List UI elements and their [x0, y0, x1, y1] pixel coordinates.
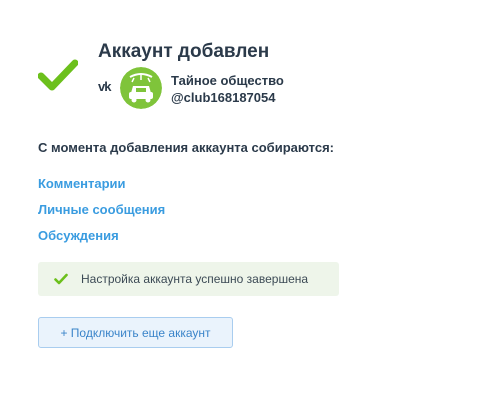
check-icon: [54, 273, 68, 285]
vk-icon: vk: [98, 79, 112, 94]
feature-link-comments[interactable]: Комментарии: [38, 176, 126, 191]
account-name: Тайное общество: [171, 73, 284, 88]
feature-link-discussions[interactable]: Обсуждения: [38, 228, 119, 243]
car-wash-avatar-icon: [120, 67, 162, 109]
account-info: Тайное общество @club168187054: [171, 72, 284, 106]
success-check-icon: [38, 59, 78, 91]
add-account-button[interactable]: + Подключить еще аккаунт: [38, 317, 233, 348]
page-title: Аккаунт добавлен: [98, 41, 270, 62]
success-notice: Настройка аккаунта успешно завершена: [38, 262, 339, 296]
collecting-title: С момента добавления аккаунта собираются…: [38, 140, 334, 155]
success-message: Настройка аккаунта успешно завершена: [81, 272, 309, 286]
account-avatar: [120, 67, 162, 109]
feature-link-messages[interactable]: Личные сообщения: [38, 202, 165, 217]
account-handle: @club168187054: [171, 90, 276, 105]
